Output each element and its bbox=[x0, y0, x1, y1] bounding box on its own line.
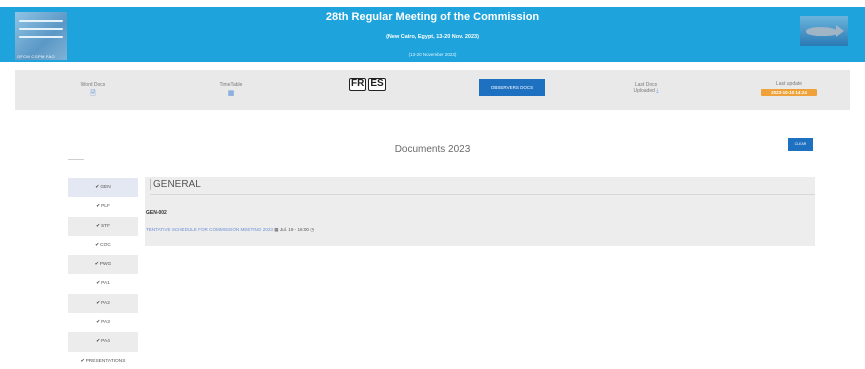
lang-es-button[interactable]: ES bbox=[368, 78, 386, 91]
doc-date: Jul. 19 - 16:00 bbox=[279, 227, 309, 232]
page-root: GFCM CGPM FAO 28th Regular Meeting of th… bbox=[0, 0, 865, 369]
general-panel: GENERAL GEN-002 TENTATIVE SCHEDULE FOR C… bbox=[145, 177, 815, 246]
meeting-subtitle: (New Cairo, Egypt, 13-20 Nov. 2023) bbox=[386, 34, 479, 40]
download-icon: ⤓ bbox=[656, 88, 659, 94]
calendar-icon: ▦ bbox=[227, 90, 235, 97]
last-update-label: Last update bbox=[775, 81, 803, 87]
sidebar-item-label: COC bbox=[100, 242, 111, 248]
check-icon: ✔ bbox=[96, 204, 101, 210]
sidebar-item-label: PLF bbox=[101, 204, 110, 210]
sidebar-item-coc[interactable]: ✔COC bbox=[68, 236, 138, 255]
word-docs-label: Word Docs bbox=[80, 82, 106, 88]
sidebar-item-label: PA2 bbox=[101, 300, 110, 306]
sidebar-item-pa3[interactable]: ✔PA3 bbox=[68, 313, 138, 332]
sidebar-item-stf[interactable]: ✔STF bbox=[68, 216, 138, 236]
doc-row: TENTATIVE SCHEDULE FOR COMMISSION MEETIN… bbox=[146, 227, 314, 233]
check-icon: ✔ bbox=[96, 339, 101, 345]
check-icon: ✔ bbox=[95, 223, 100, 229]
sidebar-item-label: PWG bbox=[99, 262, 112, 268]
doc-code: GEN-002 bbox=[146, 210, 167, 216]
last-docs-sub: Uploaded bbox=[633, 88, 655, 94]
word-docs-link[interactable]: Word Docs 🗎 bbox=[78, 82, 108, 98]
calendar-icon: ▦ bbox=[274, 227, 279, 232]
last-update: Last update 2023-10-10 14:24 bbox=[761, 81, 817, 96]
check-icon: ✔ bbox=[96, 300, 101, 306]
check-icon: ✔ bbox=[94, 262, 99, 268]
heading-divider bbox=[68, 159, 84, 160]
sidebar-item-label: PRESENTATIONS bbox=[85, 358, 126, 364]
sidebar-item-plf[interactable]: ✔PLF bbox=[68, 197, 138, 216]
meeting-dates: (13-20 November 2023) bbox=[408, 52, 457, 57]
category-sidebar: ✔GEN ✔PLF ✔STF ✔COC ✔PWG ✔PA1 ✔PA2 ✔PA3 … bbox=[68, 178, 138, 369]
sidebar-item-pwg[interactable]: ✔PWG bbox=[68, 255, 138, 275]
clock-icon: ◷ bbox=[310, 227, 315, 232]
panel-title: GENERAL bbox=[150, 179, 201, 190]
check-icon: ✔ bbox=[95, 242, 100, 248]
documents-heading: Documents 2023 bbox=[394, 144, 471, 155]
timetable-label: TimeTable bbox=[219, 82, 243, 88]
observers-docs-button[interactable]: OBSERVERS DOCS bbox=[479, 79, 545, 96]
sidebar-item-label: GEN bbox=[100, 185, 111, 190]
sidebar-item-label: PA3 bbox=[101, 320, 110, 326]
sidebar-item-label: STF bbox=[100, 223, 111, 229]
language-selector: FR ES bbox=[349, 78, 386, 91]
check-icon: ✔ bbox=[96, 320, 101, 326]
check-icon: ✔ bbox=[95, 185, 100, 190]
last-docs-link[interactable]: Last Docs Uploaded ⤓ bbox=[624, 82, 668, 94]
doc-link[interactable]: TENTATIVE SCHEDULE FOR COMMISSION MEETIN… bbox=[146, 227, 273, 232]
lang-fr-button[interactable]: FR bbox=[349, 78, 367, 91]
last-update-badge: 2023-10-10 14:24 bbox=[761, 89, 817, 96]
toolbar bbox=[15, 70, 850, 110]
sidebar-item-label: PA4 bbox=[101, 339, 110, 345]
file-word-icon: 🗎 bbox=[90, 90, 96, 97]
check-icon: ✔ bbox=[96, 281, 101, 287]
sidebar-item-pa4[interactable]: ✔PA4 bbox=[68, 332, 138, 352]
timetable-link[interactable]: TimeTable ▦ bbox=[213, 82, 249, 98]
panel-divider bbox=[150, 194, 815, 195]
sidebar-item-pa1[interactable]: ✔PA1 bbox=[68, 274, 138, 293]
clear-button[interactable]: CLEAR bbox=[788, 138, 813, 151]
sidebar-item-presentations[interactable]: ✔PRESENTATIONS bbox=[68, 352, 138, 369]
sidebar-item-label: PA1 bbox=[101, 281, 110, 287]
check-icon: ✔ bbox=[80, 358, 85, 364]
sidebar-item-pa2[interactable]: ✔PA2 bbox=[68, 293, 138, 314]
meeting-title: 28th Regular Meeting of the Commission bbox=[325, 11, 540, 23]
sidebar-item-gen[interactable]: ✔GEN bbox=[68, 178, 138, 198]
